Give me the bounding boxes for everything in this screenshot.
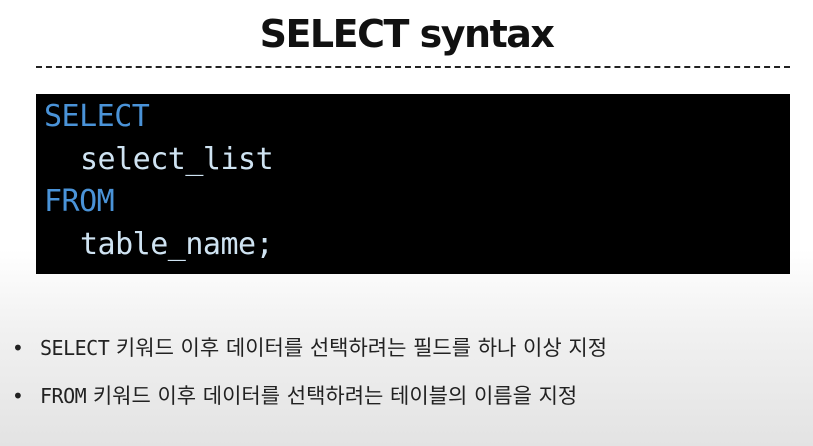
bullet-dot-icon: • bbox=[12, 336, 24, 360]
bullet-item-select: • SELECT 키워드 이후 데이터를 선택하려는 필드를 하나 이상 지정 bbox=[0, 324, 813, 372]
bullet-description: 키워드 이후 데이터를 선택하려는 필드를 하나 이상 지정 bbox=[109, 336, 608, 360]
dashed-divider bbox=[36, 66, 790, 68]
bullet-description: 키워드 이후 데이터를 선택하려는 테이블의 이름을 지정 bbox=[86, 384, 578, 408]
code-line-from-keyword: FROM bbox=[44, 184, 115, 219]
code-line-select-list: select_list bbox=[80, 141, 274, 177]
code-line-table-name: table_name; bbox=[80, 226, 274, 262]
bullet-list: • SELECT 키워드 이후 데이터를 선택하려는 필드를 하나 이상 지정 … bbox=[0, 324, 813, 420]
bullet-keyword: FROM bbox=[40, 384, 87, 408]
bullet-item-from: • FROM 키워드 이후 데이터를 선택하려는 테이블의 이름을 지정 bbox=[0, 372, 813, 420]
bullet-text: FROM 키워드 이후 데이터를 선택하려는 테이블의 이름을 지정 bbox=[40, 372, 577, 420]
code-line-select-keyword: SELECT bbox=[44, 99, 150, 134]
bullet-text: SELECT 키워드 이후 데이터를 선택하려는 필드를 하나 이상 지정 bbox=[40, 324, 607, 372]
code-block: SELECT select_list FROM table_name; bbox=[36, 94, 790, 274]
slide-title: SELECT syntax bbox=[259, 12, 555, 56]
bullet-keyword: SELECT bbox=[40, 336, 110, 360]
bullet-dot-icon: • bbox=[12, 384, 24, 408]
